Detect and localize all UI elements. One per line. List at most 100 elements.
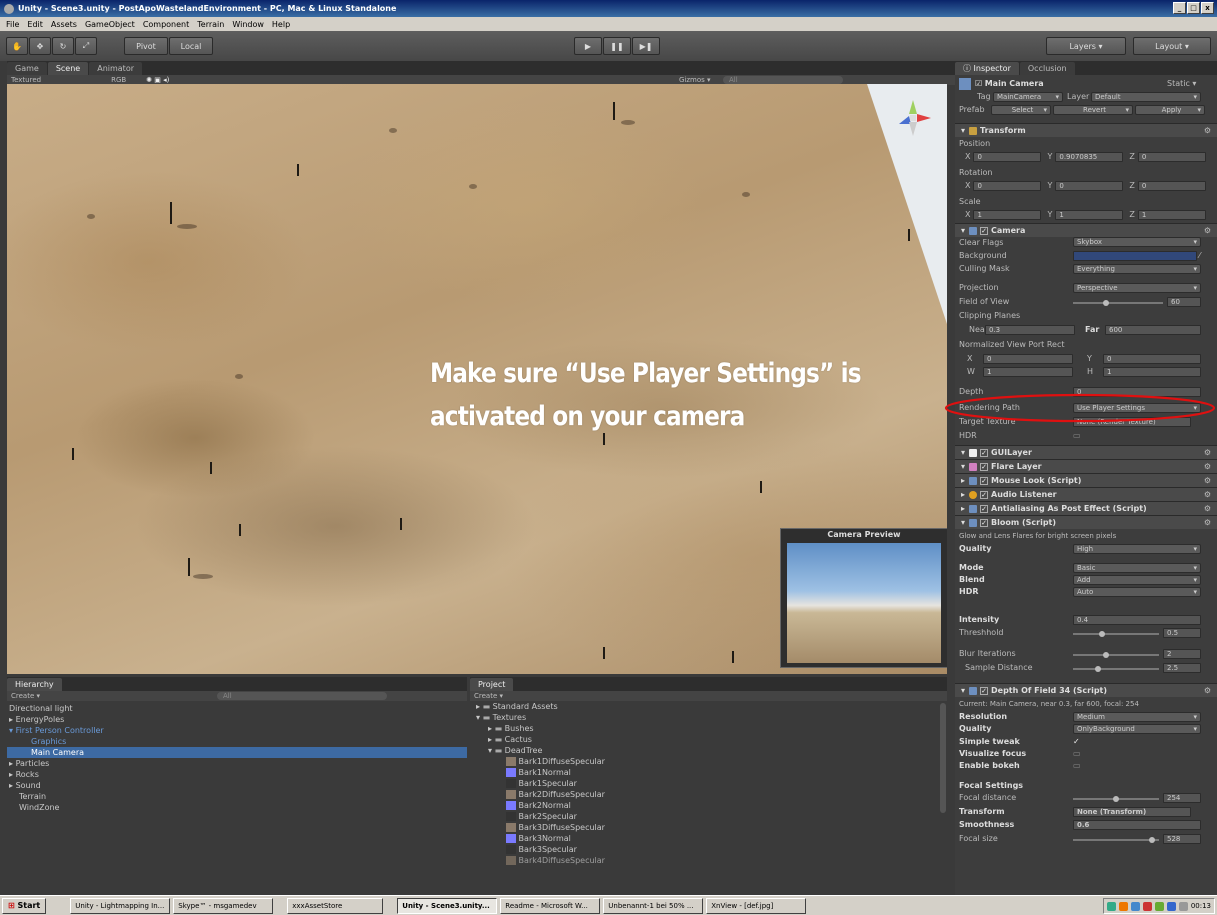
- dof-resolution-dropdown[interactable]: Medium: [1073, 712, 1201, 722]
- tray-icon[interactable]: [1130, 901, 1140, 911]
- project-asset[interactable]: Bark4DiffuseSpecular: [506, 855, 605, 866]
- layer-dropdown[interactable]: Default: [1091, 92, 1201, 102]
- tray-icon[interactable]: [1166, 901, 1176, 911]
- play-button[interactable]: ▶: [574, 37, 602, 55]
- simple-tweak-checkbox[interactable]: ✓: [1073, 736, 1080, 747]
- step-button[interactable]: ▶❚: [632, 37, 660, 55]
- menu-window[interactable]: Window: [232, 20, 264, 29]
- hierarchy-create-dropdown[interactable]: Create ▾: [11, 692, 40, 700]
- hierarchy-item[interactable]: WindZone: [19, 802, 59, 813]
- hierarchy-item[interactable]: ▸ EnergyPoles: [9, 714, 64, 725]
- menu-edit[interactable]: Edit: [27, 20, 43, 29]
- menu-assets[interactable]: Assets: [51, 20, 77, 29]
- camera-component-header[interactable]: ▾ ✓ Camera ⚙: [955, 223, 1217, 237]
- gear-icon[interactable]: ⚙: [1204, 126, 1211, 135]
- hierarchy-search-input[interactable]: All: [217, 692, 387, 700]
- tab-game[interactable]: Game: [7, 62, 47, 75]
- fov-slider-knob[interactable]: [1103, 300, 1109, 306]
- prefab-select-button[interactable]: Select: [991, 105, 1051, 115]
- menu-gameobject[interactable]: GameObject: [85, 20, 135, 29]
- project-asset[interactable]: Bark2Specular: [506, 811, 577, 822]
- tab-scene[interactable]: Scene: [47, 62, 89, 75]
- project-folder[interactable]: ▸ ▬ Standard Assets: [476, 701, 558, 712]
- gear-icon[interactable]: ⚙: [1204, 686, 1211, 695]
- near-field[interactable]: 0.3: [985, 325, 1075, 335]
- mouse-look-enabled-checkbox[interactable]: ✓: [980, 476, 989, 485]
- project-folder[interactable]: ▾ ▬ DeadTree: [488, 745, 542, 756]
- smoothness-field[interactable]: 0.6: [1073, 820, 1201, 830]
- blur-iterations-field[interactable]: 2: [1163, 649, 1201, 659]
- bloom-enabled-checkbox[interactable]: ✓: [980, 518, 989, 527]
- gear-icon[interactable]: ⚙: [1204, 518, 1211, 527]
- guilayer-component-header[interactable]: ▾ ✓ GUILayer ⚙: [955, 445, 1217, 459]
- position-z-field[interactable]: 0: [1137, 151, 1206, 162]
- flare-layer-component-header[interactable]: ▾ ✓ Flare Layer ⚙: [955, 459, 1217, 473]
- tab-occlusion[interactable]: Occlusion: [1019, 62, 1075, 75]
- project-asset[interactable]: Bark3Normal: [506, 833, 571, 844]
- focal-distance-slider[interactable]: [1073, 796, 1159, 802]
- scale-z-field[interactable]: 1: [1137, 209, 1206, 220]
- camera-enabled-checkbox[interactable]: ✓: [980, 226, 989, 235]
- static-toggle[interactable]: Static ▾: [1167, 78, 1196, 89]
- focal-distance-slider-knob[interactable]: [1113, 796, 1119, 802]
- project-asset[interactable]: Bark1Normal: [506, 767, 571, 778]
- sample-distance-slider[interactable]: [1073, 666, 1159, 672]
- maximize-button[interactable]: □: [1187, 2, 1200, 14]
- menu-terrain[interactable]: Terrain: [197, 20, 224, 29]
- project-asset[interactable]: Bark2Normal: [506, 800, 571, 811]
- blur-iterations-slider[interactable]: [1073, 652, 1159, 658]
- bloom-blend-dropdown[interactable]: Add: [1073, 575, 1201, 585]
- pause-button[interactable]: ❚❚: [603, 37, 631, 55]
- bloom-component-header[interactable]: ▾ ✓ Bloom (Script) ⚙: [955, 515, 1217, 529]
- gear-icon[interactable]: ⚙: [1204, 476, 1211, 485]
- clear-flags-dropdown[interactable]: Skybox: [1073, 237, 1201, 247]
- hierarchy-item[interactable]: ▸ Sound: [9, 780, 41, 791]
- taskbar-button-active[interactable]: Unity - Scene3.unity...: [397, 897, 498, 914]
- hand-tool-icon[interactable]: ✋: [6, 37, 28, 55]
- dof-transform-field[interactable]: None (Transform): [1073, 807, 1191, 817]
- tab-hierarchy[interactable]: Hierarchy: [7, 678, 62, 691]
- fov-field[interactable]: 60: [1167, 297, 1201, 307]
- local-toggle[interactable]: Local: [169, 37, 213, 55]
- position-x-field[interactable]: 0: [973, 151, 1042, 162]
- scale-x-field[interactable]: 1: [973, 209, 1042, 220]
- tag-dropdown[interactable]: MainCamera: [993, 92, 1063, 102]
- tab-animator[interactable]: Animator: [89, 62, 142, 75]
- project-scrollbar[interactable]: [940, 703, 946, 813]
- threshold-field[interactable]: 0.5: [1163, 628, 1201, 638]
- flare-enabled-checkbox[interactable]: ✓: [980, 462, 989, 471]
- pivot-toggle[interactable]: Pivot: [124, 37, 168, 55]
- hierarchy-item[interactable]: ▾ First Person Controller: [9, 725, 104, 736]
- bloom-quality-dropdown[interactable]: High: [1073, 544, 1201, 554]
- sample-distance-field[interactable]: 2.5: [1163, 663, 1201, 673]
- scale-tool-icon[interactable]: ⤢: [75, 37, 97, 55]
- viewport-x-field[interactable]: 0: [983, 354, 1073, 364]
- rotation-y-field[interactable]: 0: [1055, 180, 1124, 191]
- taskbar-button[interactable]: Skype™ - msgamedev: [173, 897, 274, 914]
- project-asset[interactable]: Bark1Specular: [506, 778, 577, 789]
- taskbar-button[interactable]: Readme - Microsoft W...: [500, 897, 601, 914]
- project-folder[interactable]: ▾ ▬ Textures: [476, 712, 526, 723]
- project-asset[interactable]: Bark3Specular: [506, 844, 577, 855]
- object-name-field[interactable]: Main Camera: [985, 79, 1044, 88]
- guilayer-enabled-checkbox[interactable]: ✓: [980, 448, 989, 457]
- sample-distance-slider-knob[interactable]: [1095, 666, 1101, 672]
- render-mode-dropdown[interactable]: Textured: [11, 76, 41, 84]
- focal-distance-field[interactable]: 254: [1163, 793, 1201, 803]
- focal-size-slider-knob[interactable]: [1149, 837, 1155, 843]
- scale-y-field[interactable]: 1: [1055, 209, 1124, 220]
- tab-project[interactable]: Project: [470, 678, 514, 691]
- scene-view[interactable]: Make sure “Use Player Settings” is activ…: [7, 84, 947, 674]
- antialiasing-enabled-checkbox[interactable]: ✓: [980, 504, 989, 513]
- gizmos-dropdown[interactable]: Gizmos ▾: [679, 76, 711, 84]
- menu-component[interactable]: Component: [143, 20, 189, 29]
- antialiasing-component-header[interactable]: ▸ ✓ Antialiasing As Post Effect (Script) ⚙: [955, 501, 1217, 515]
- menu-help[interactable]: Help: [272, 20, 290, 29]
- hierarchy-item[interactable]: Graphics: [31, 736, 66, 747]
- channel-dropdown[interactable]: RGB: [111, 76, 126, 84]
- taskbar-button[interactable]: xxxAssetStore: [287, 897, 384, 914]
- projection-dropdown[interactable]: Perspective: [1073, 283, 1201, 293]
- gear-icon[interactable]: ⚙: [1204, 448, 1211, 457]
- transform-component-header[interactable]: ▾ Transform ⚙: [955, 123, 1217, 137]
- visualize-focus-checkbox[interactable]: ▭: [1073, 748, 1081, 759]
